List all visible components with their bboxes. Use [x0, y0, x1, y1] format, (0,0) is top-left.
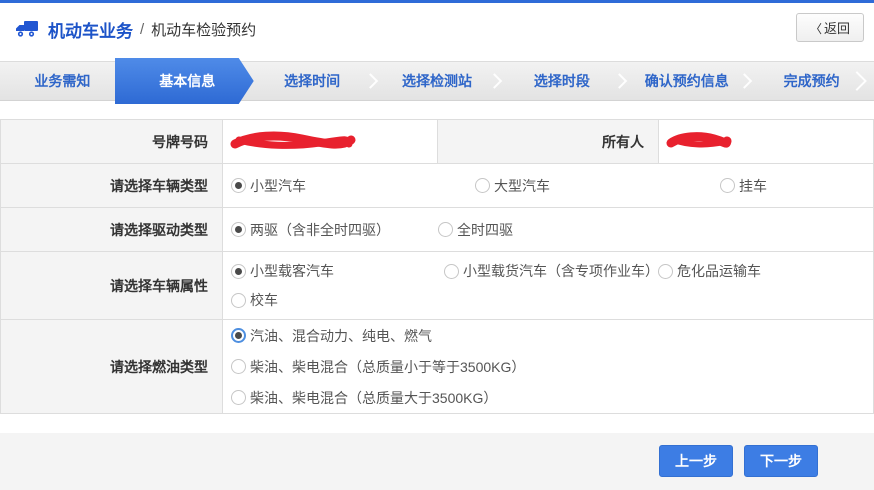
- page-header: 机动车业务 / 机动车检验预约 〈返回: [0, 3, 874, 55]
- radio-icon: [658, 264, 673, 279]
- radio-option-small-passenger[interactable]: 小型载客汽车: [231, 261, 444, 281]
- step-progress-bar: 业务需知 基本信息 选择时间 选择检测站 选择时段 确认预约信息 完成预约: [0, 61, 874, 101]
- radio-icon: [231, 222, 246, 237]
- radio-icon: [231, 390, 246, 405]
- radio-icon: [231, 328, 246, 343]
- vehicle-attribute-label: 请选择车辆属性: [1, 252, 223, 319]
- row-vehicle-attribute: 请选择车辆属性 小型载客汽车 小型载货汽车（含专项作业车） 危化品运输车: [1, 252, 873, 320]
- radio-icon: [231, 359, 246, 374]
- back-button-label: 返回: [824, 21, 850, 36]
- radio-option-two-wheel-drive[interactable]: 两驱（含非全时四驱）: [231, 220, 438, 240]
- next-step-button[interactable]: 下一步: [744, 445, 818, 477]
- step-select-time[interactable]: 选择时间: [250, 62, 375, 100]
- radio-option-small-cargo[interactable]: 小型载货汽车（含专项作业车）: [444, 261, 658, 281]
- row-fuel-type: 请选择燃油类型 汽油、混合动力、纯电、燃气 柴油、柴电混合（总质量小于等于350…: [1, 320, 873, 414]
- radio-icon: [438, 222, 453, 237]
- radio-option-diesel-gt-3500kg[interactable]: 柴油、柴电混合（总质量大于3500KG）: [231, 388, 497, 408]
- step-complete[interactable]: 完成预约: [749, 62, 874, 100]
- step-separator-icon: [847, 71, 867, 91]
- radio-option-trailer[interactable]: 挂车: [720, 176, 767, 196]
- step-basic-info[interactable]: 基本信息: [125, 62, 250, 100]
- row-drive-type: 请选择驱动类型 两驱（含非全时四驱） 全时四驱: [1, 208, 873, 252]
- row-plate-owner: 号牌号码 所有人: [1, 120, 873, 164]
- back-button[interactable]: 〈返回: [796, 13, 864, 42]
- plate-number-label: 号牌号码: [1, 120, 223, 163]
- vehicle-type-label: 请选择车辆类型: [1, 164, 223, 207]
- page-subtitle: 机动车检验预约: [151, 19, 256, 40]
- plate-number-value: [223, 120, 437, 163]
- radio-option-large-car[interactable]: 大型汽车: [475, 176, 720, 196]
- step-select-timeslot[interactable]: 选择时段: [499, 62, 624, 100]
- radio-option-diesel-le-3500kg[interactable]: 柴油、柴电混合（总质量小于等于3500KG）: [231, 357, 525, 377]
- radio-option-gasoline-hybrid-electric-gas[interactable]: 汽油、混合动力、纯电、燃气: [231, 326, 432, 346]
- radio-option-full-time-4wd[interactable]: 全时四驱: [438, 220, 513, 240]
- redacted-owner-scribble: [666, 131, 732, 153]
- radio-icon: [231, 178, 246, 193]
- page-title: 机动车业务: [48, 17, 133, 42]
- radio-icon: [444, 264, 459, 279]
- step-select-station[interactable]: 选择检测站: [375, 62, 500, 100]
- radio-icon: [720, 178, 735, 193]
- owner-label: 所有人: [437, 120, 659, 163]
- drive-type-label: 请选择驱动类型: [1, 208, 223, 251]
- radio-icon: [475, 178, 490, 193]
- owner-value: [659, 120, 873, 163]
- radio-option-school-bus[interactable]: 校车: [231, 290, 278, 310]
- radio-option-hazmat-transport[interactable]: 危化品运输车: [658, 261, 761, 281]
- step-confirm-info[interactable]: 确认预约信息: [624, 62, 749, 100]
- radio-icon: [231, 293, 246, 308]
- redacted-plate-scribble: [230, 131, 356, 153]
- radio-option-small-car[interactable]: 小型汽车: [231, 176, 475, 196]
- row-vehicle-type: 请选择车辆类型 小型汽车 大型汽车 挂车: [1, 164, 873, 208]
- step-business-notice[interactable]: 业务需知: [0, 62, 125, 100]
- back-chevron-icon: 〈: [810, 22, 822, 36]
- footer-action-bar: 上一步 下一步: [0, 433, 874, 490]
- fuel-type-label: 请选择燃油类型: [1, 320, 223, 413]
- radio-icon: [231, 264, 246, 279]
- appointment-form: 号牌号码 所有人 请选择车辆类型 小型汽车 大型汽车: [0, 119, 874, 414]
- breadcrumb-separator: /: [140, 21, 144, 38]
- prev-step-button[interactable]: 上一步: [659, 445, 733, 477]
- truck-icon: [14, 18, 40, 40]
